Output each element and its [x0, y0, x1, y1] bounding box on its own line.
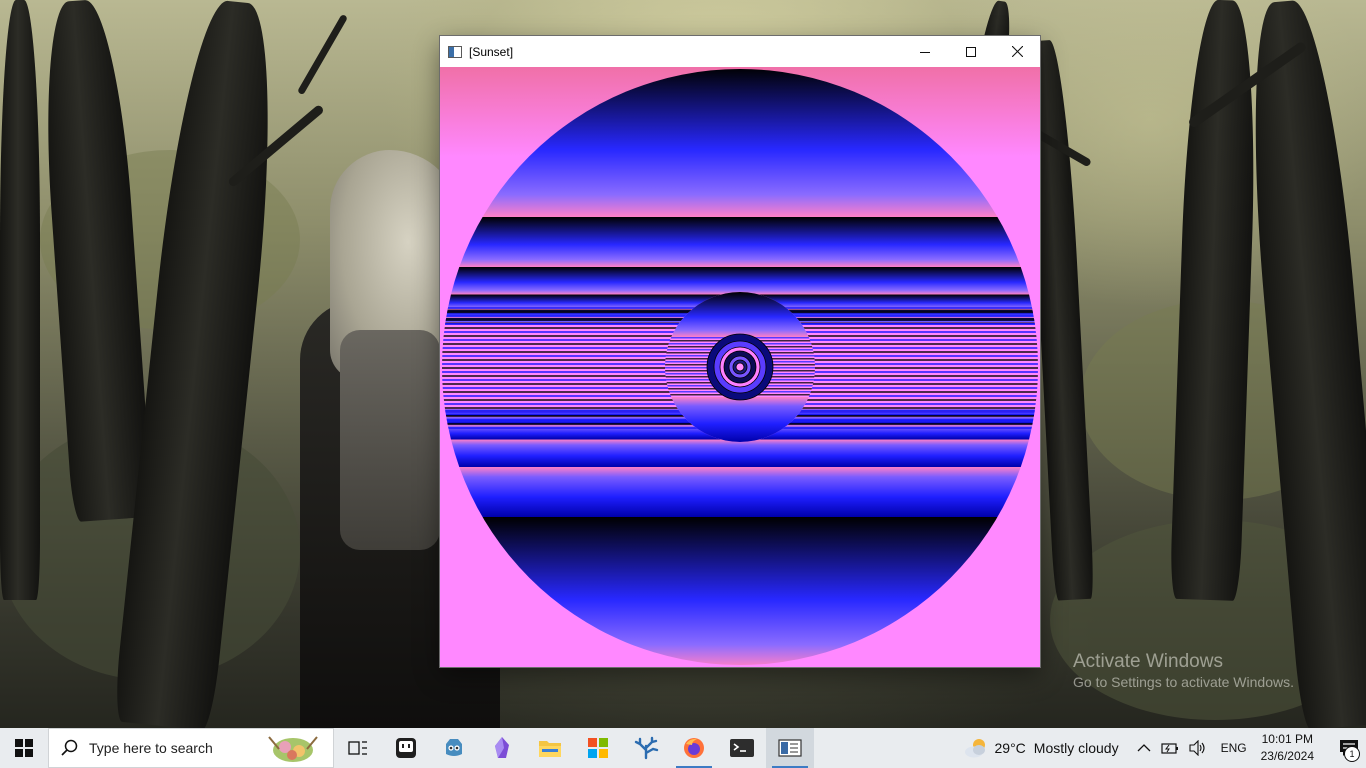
input-language[interactable]: ENG [1221, 741, 1247, 755]
sunset-app-icon [778, 739, 802, 757]
notification-center-button[interactable]: 1 [1332, 728, 1366, 768]
firefox-icon [684, 738, 704, 758]
taskbar-app-windows-terminal[interactable] [718, 728, 766, 768]
minimize-button[interactable] [902, 36, 948, 67]
notification-count-badge: 1 [1344, 746, 1360, 762]
clock-date: 23/6/2024 [1260, 749, 1314, 763]
start-button[interactable] [0, 728, 48, 768]
render-ring-7 [735, 362, 745, 372]
sunset-window[interactable]: [Sunset] [440, 36, 1040, 667]
windows-logo-icon [15, 739, 33, 757]
watermark-subtitle: Go to Settings to activate Windows. [1073, 674, 1294, 690]
maximize-button[interactable] [948, 36, 994, 67]
window-controls [902, 36, 1040, 67]
window-title: [Sunset] [469, 44, 514, 59]
taskbar-app-obsidian[interactable] [478, 728, 526, 768]
task-view-button[interactable] [334, 728, 382, 768]
chevron-up-icon[interactable] [1137, 743, 1151, 753]
taskbar-app-firefox[interactable] [670, 728, 718, 768]
volume-icon[interactable] [1189, 740, 1207, 756]
render-canvas-area[interactable] [440, 67, 1040, 667]
close-icon [1011, 46, 1023, 57]
watermark-title: Activate Windows [1073, 651, 1223, 672]
system-tray: 29°C Mostly cloudy ENG 10:01 PM 23/6/202… [963, 728, 1366, 768]
close-button[interactable] [994, 36, 1040, 67]
activate-windows-watermark: Activate Windows Go to Settings to activ… [1073, 652, 1294, 689]
taskbar-clock[interactable]: 10:01 PM 23/6/2024 [1261, 731, 1314, 765]
search-placeholder: Type here to search [89, 740, 213, 756]
tray-icons [1137, 740, 1207, 756]
taskbar-app-sunset[interactable] [766, 728, 814, 768]
taskbar: Type here to search 29°C Mostly cloudy E… [0, 728, 1366, 768]
obsidian-icon [495, 737, 509, 758]
taskbar-app-coral[interactable] [622, 728, 670, 768]
minimize-icon [920, 51, 930, 53]
character-shirt [340, 330, 440, 550]
file-explorer-icon [539, 741, 561, 757]
taskbar-search-box[interactable]: Type here to search [48, 728, 334, 768]
windows-store-icon [588, 738, 608, 758]
weather-condition: Mostly cloudy [1033, 740, 1119, 756]
battery-charging-icon[interactable] [1160, 741, 1179, 755]
window-titlebar[interactable]: [Sunset] [440, 36, 1040, 67]
weather-temperature: 29°C [994, 740, 1026, 756]
taskbar-app-store[interactable] [574, 728, 622, 768]
sunset-render [440, 67, 1040, 667]
vscode-icon [634, 736, 659, 760]
cloudy-weather-icon [964, 739, 985, 758]
windows-terminal-icon [730, 739, 754, 757]
terminal-app-icon [396, 738, 416, 758]
taskbar-app-godot[interactable] [430, 728, 478, 768]
taskbar-app-file-explorer[interactable] [526, 728, 574, 768]
clock-time: 10:01 PM [1261, 732, 1313, 746]
window-app-icon[interactable] [448, 45, 462, 58]
task-view-icon [348, 741, 367, 755]
search-icon [61, 739, 78, 756]
maximize-icon [966, 46, 976, 57]
weather-widget[interactable]: 29°C Mostly cloudy [963, 737, 1119, 759]
taskbar-app-terminal-bot[interactable] [382, 728, 430, 768]
godot-icon [446, 739, 462, 756]
search-highlight-icon [268, 736, 318, 762]
